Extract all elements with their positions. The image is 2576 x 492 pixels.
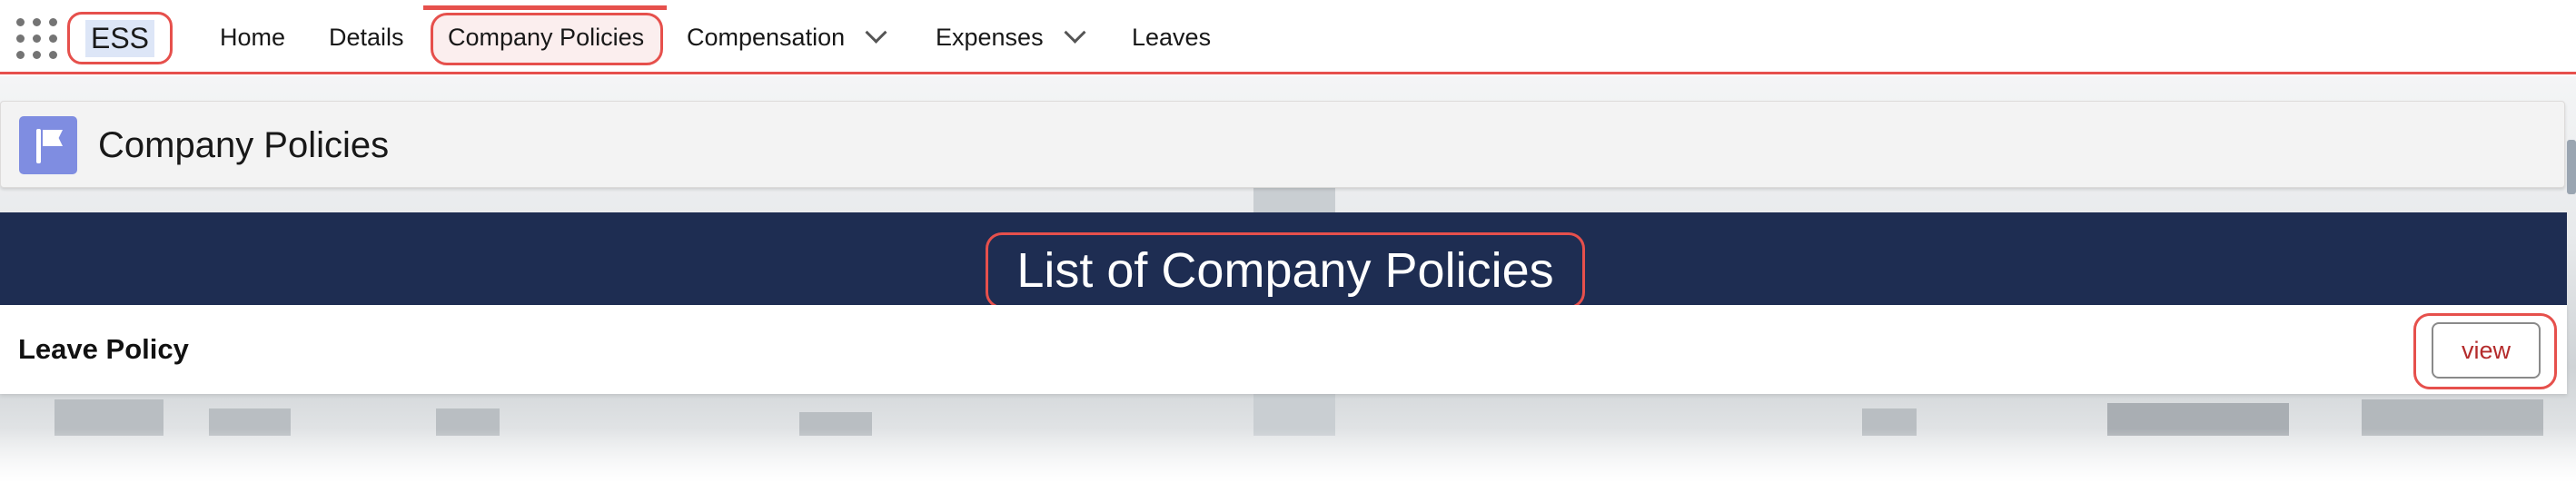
nav-item-home[interactable]: Home xyxy=(220,0,285,74)
page-header: Company Policies xyxy=(0,101,2565,188)
nav-item-details[interactable]: Details xyxy=(329,0,404,74)
nav-item-company-policies[interactable]: Company Policies xyxy=(448,0,644,74)
nav-item-leaves[interactable]: Leaves xyxy=(1132,0,1211,74)
app-launcher-icon[interactable] xyxy=(16,18,58,60)
nav-item-compensation[interactable]: Compensation xyxy=(687,0,887,74)
nav-item-expenses[interactable]: Expenses xyxy=(936,0,1086,74)
top-navigation-bar: ESS Home Details Company Policies Compen… xyxy=(0,0,2576,74)
app-name: ESS xyxy=(67,12,173,64)
app-name-label: ESS xyxy=(84,19,155,57)
nav-item-label: Compensation xyxy=(687,23,846,51)
nav-item-label: Company Policies xyxy=(448,23,645,51)
scrollbar-handle[interactable] xyxy=(2567,140,2576,194)
chevron-down-icon[interactable] xyxy=(865,21,887,44)
page: ESS Home Details Company Policies Compen… xyxy=(0,0,2576,492)
nav-item-label: Details xyxy=(329,23,404,51)
page-title: Company Policies xyxy=(98,124,390,165)
nav-item-label: Home xyxy=(220,23,286,51)
list-item: Leave Policy xyxy=(0,305,2567,394)
flag-icon xyxy=(19,116,77,174)
nav-item-label: Leaves xyxy=(1132,23,1212,51)
view-button[interactable]: view xyxy=(2432,322,2541,379)
banner-title: List of Company Policies xyxy=(986,232,1585,309)
nav-item-label: Expenses xyxy=(936,23,1044,51)
policy-name: Leave Policy xyxy=(18,333,189,365)
chevron-down-icon[interactable] xyxy=(1064,21,1086,44)
